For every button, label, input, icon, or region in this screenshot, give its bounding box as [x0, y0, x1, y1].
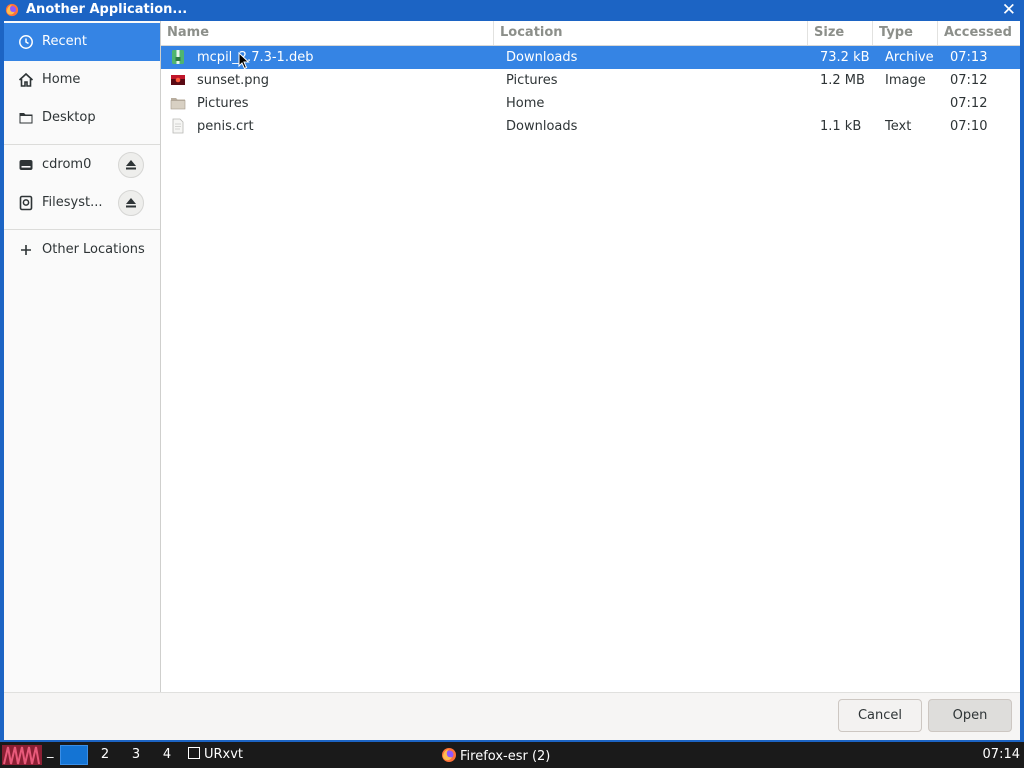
disk-icon — [19, 195, 33, 211]
plus-icon — [21, 245, 31, 255]
sidebar-item-other-locations[interactable]: Other Locations — [4, 231, 160, 269]
file-type: Text — [885, 119, 912, 134]
close-icon[interactable]: ✕ — [1002, 0, 1016, 20]
workspace-4-button[interactable]: 4 — [154, 745, 180, 765]
sidebar-separator — [4, 144, 160, 145]
file-name: mcpil_2.7.3-1.deb — [197, 50, 314, 65]
title-bar[interactable]: Another Application... ✕ — [0, 0, 1024, 21]
file-location: Home — [506, 96, 545, 111]
file-size: 1.1 kB — [820, 119, 862, 134]
window-icon — [188, 747, 200, 759]
firefox-icon — [5, 3, 19, 17]
file-location: Downloads — [506, 50, 578, 65]
table-row[interactable]: sunset.png Pictures 1.2 MB Image 07:12 — [161, 69, 1020, 92]
cancel-button[interactable]: Cancel — [838, 699, 922, 732]
sidebar-separator — [4, 229, 160, 230]
sidebar-item-cdrom0[interactable]: cdrom0 — [4, 146, 160, 184]
file-accessed: 07:12 — [950, 73, 988, 88]
sidebar-item-label: Filesyst... — [42, 195, 103, 210]
taskbar-window-label: URxvt — [204, 747, 244, 762]
file-type: Image — [885, 73, 926, 88]
file-chooser: Recent Home Desktop cdrom0 Filesyst... O… — [4, 21, 1020, 740]
workspace-1-button[interactable] — [60, 745, 88, 765]
column-header-type[interactable]: Type — [873, 21, 938, 45]
file-location: Downloads — [506, 119, 578, 134]
column-header-size[interactable]: Size — [808, 21, 873, 45]
file-size: 1.2 MB — [820, 73, 865, 88]
eject-icon — [126, 198, 136, 208]
sidebar-item-label: Other Locations — [42, 242, 145, 257]
column-header-row: Name Location Size Type Accessed — [161, 21, 1020, 46]
taskbar-window-label: Firefox-esr (2) — [460, 749, 551, 764]
image-icon — [171, 75, 185, 85]
sidebar-item-label: cdrom0 — [42, 157, 92, 172]
folder-icon — [170, 98, 186, 110]
file-name: Pictures — [197, 96, 249, 111]
file-list[interactable]: Name Location Size Type Accessed mcpil_2… — [161, 21, 1020, 692]
file-location: Pictures — [506, 73, 558, 88]
file-size: 73.2 kB — [820, 50, 870, 65]
sidebar-item-label: Desktop — [42, 110, 96, 125]
column-header-location[interactable]: Location — [494, 21, 808, 45]
places-sidebar: Recent Home Desktop cdrom0 Filesyst... O… — [4, 21, 161, 692]
file-accessed: 07:13 — [950, 50, 988, 65]
sidebar-item-desktop[interactable]: Desktop — [4, 99, 160, 137]
firefox-icon — [442, 748, 456, 762]
menu-logo-icon[interactable] — [2, 745, 42, 765]
taskbar-window-firefox[interactable]: Firefox-esr (2) — [441, 747, 550, 764]
open-button[interactable]: Open — [928, 699, 1012, 732]
sidebar-item-label: Home — [42, 72, 81, 87]
file-accessed: 07:12 — [950, 96, 988, 111]
eject-button[interactable] — [118, 152, 144, 178]
eject-button[interactable] — [118, 190, 144, 216]
dialog-action-bar: Cancel Open — [4, 692, 1020, 740]
file-name: sunset.png — [197, 73, 269, 88]
clock: 07:14 — [982, 747, 1020, 762]
workspace-2-button[interactable]: 2 — [92, 745, 118, 765]
taskbar: _ 2 3 4 URxvt Firefox-esr (2) 07:14 — [0, 742, 1024, 768]
drive-icon — [19, 160, 33, 170]
package-icon — [172, 50, 184, 64]
file-type: Archive — [885, 50, 934, 65]
folder-icon — [19, 113, 33, 124]
home-icon — [18, 72, 34, 87]
text-file-icon — [172, 118, 184, 134]
dialog-window: Another Application... ✕ Recent Home Des… — [0, 0, 1024, 742]
column-header-accessed[interactable]: Accessed — [938, 21, 1020, 45]
sidebar-item-home[interactable]: Home — [4, 61, 160, 99]
eject-icon — [126, 160, 136, 170]
sidebar-item-label: Recent — [42, 34, 87, 49]
clock-icon — [19, 35, 33, 49]
taskbar-window-urxvt[interactable]: URxvt — [188, 747, 243, 762]
table-row[interactable]: penis.crt Downloads 1.1 kB Text 07:10 — [161, 115, 1020, 138]
table-row[interactable]: mcpil_2.7.3-1.deb Downloads 73.2 kB Arch… — [161, 46, 1020, 69]
sidebar-item-recent[interactable]: Recent — [4, 23, 160, 61]
file-accessed: 07:10 — [950, 119, 988, 134]
file-name: penis.crt — [197, 119, 254, 134]
taskbar-separator: _ — [47, 744, 54, 759]
workspace-3-button[interactable]: 3 — [123, 745, 149, 765]
table-row[interactable]: Pictures Home 07:12 — [161, 92, 1020, 115]
column-header-name[interactable]: Name — [161, 21, 494, 45]
sidebar-item-filesystem[interactable]: Filesyst... — [4, 184, 160, 222]
mouse-cursor-icon — [238, 52, 250, 70]
window-title: Another Application... — [26, 2, 188, 17]
